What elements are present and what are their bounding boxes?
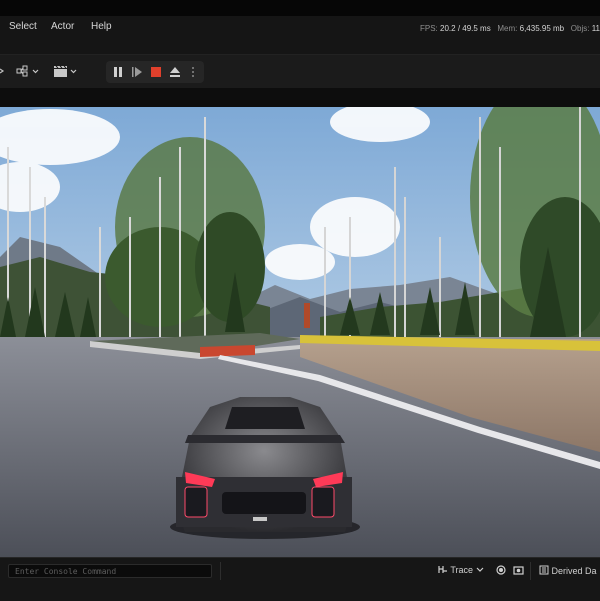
transform-icon[interactable] bbox=[0, 65, 6, 77]
mem-label: Mem: bbox=[497, 24, 518, 33]
objs-value: 11 bbox=[591, 24, 600, 33]
status-divider bbox=[220, 562, 221, 580]
main-toolbar bbox=[0, 54, 600, 89]
play-controls bbox=[106, 61, 204, 83]
menu-bar: Select Actor Help FPS: 20.2 / 49.5 ms Me… bbox=[0, 16, 600, 54]
console-input[interactable]: Enter Console Command bbox=[8, 564, 212, 578]
objs-label: Objs: bbox=[570, 24, 590, 33]
menu-help[interactable]: Help bbox=[91, 21, 112, 32]
menu-actor[interactable]: Actor bbox=[51, 21, 74, 32]
mem-value: 6,435.95 mb bbox=[519, 24, 565, 33]
cinematics-icon[interactable] bbox=[53, 65, 79, 77]
eject-icon[interactable] bbox=[169, 66, 181, 78]
game-viewport[interactable] bbox=[0, 107, 600, 557]
stop-icon[interactable] bbox=[150, 66, 162, 78]
menu-select[interactable]: Select bbox=[9, 21, 37, 32]
record-icon[interactable] bbox=[496, 565, 506, 575]
trace-icon bbox=[438, 566, 447, 573]
screenshot-icon[interactable] bbox=[513, 565, 524, 575]
resume-icon[interactable] bbox=[131, 66, 143, 78]
derived-data-icon bbox=[539, 565, 549, 575]
snap-icon[interactable] bbox=[16, 65, 40, 77]
fps-label: FPS: bbox=[419, 24, 438, 33]
derived-data-button[interactable]: Derived Da bbox=[539, 565, 597, 576]
chevron-down-icon bbox=[476, 567, 483, 572]
frame-time-value: / 49.5 ms bbox=[457, 24, 491, 33]
barrier-red bbox=[200, 345, 255, 357]
tower bbox=[304, 303, 310, 328]
derived-data-label: Derived Da bbox=[551, 566, 597, 576]
status-bar: Enter Console Command Trace Derived Da bbox=[0, 557, 600, 601]
pause-icon[interactable] bbox=[112, 66, 124, 78]
performance-stats: FPS: 20.2 / 49.5 ms Mem: 6,435.95 mb Obj… bbox=[420, 24, 600, 33]
fps-value: 20.2 bbox=[440, 24, 456, 33]
window-title-bar bbox=[0, 0, 600, 16]
toolbar-divider bbox=[0, 88, 600, 107]
trace-button[interactable]: Trace bbox=[438, 565, 484, 575]
trace-label: Trace bbox=[450, 565, 474, 575]
more-options-icon[interactable] bbox=[190, 66, 196, 78]
status-divider bbox=[530, 562, 531, 580]
